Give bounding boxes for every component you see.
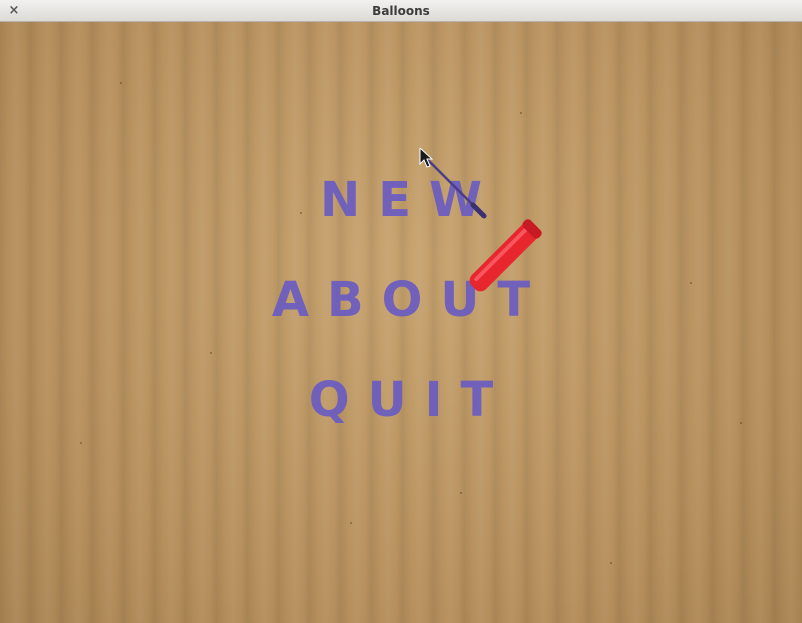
texture-speck bbox=[80, 442, 82, 444]
menu-about-button[interactable]: ABOUT bbox=[0, 272, 802, 328]
texture-speck bbox=[610, 562, 612, 564]
title-bar: × Balloons bbox=[0, 0, 802, 22]
texture-speck bbox=[460, 492, 462, 494]
texture-speck bbox=[120, 82, 122, 84]
game-window: × Balloons NEW ABOUT QUIT bbox=[0, 0, 802, 623]
texture-speck bbox=[520, 112, 522, 114]
menu-new-button[interactable]: NEW bbox=[0, 172, 802, 228]
texture-speck bbox=[210, 352, 212, 354]
menu-quit-button[interactable]: QUIT bbox=[0, 372, 802, 428]
texture-speck bbox=[350, 522, 352, 524]
window-title: Balloons bbox=[372, 4, 430, 18]
screwdriver-cursor-icon bbox=[419, 148, 542, 292]
